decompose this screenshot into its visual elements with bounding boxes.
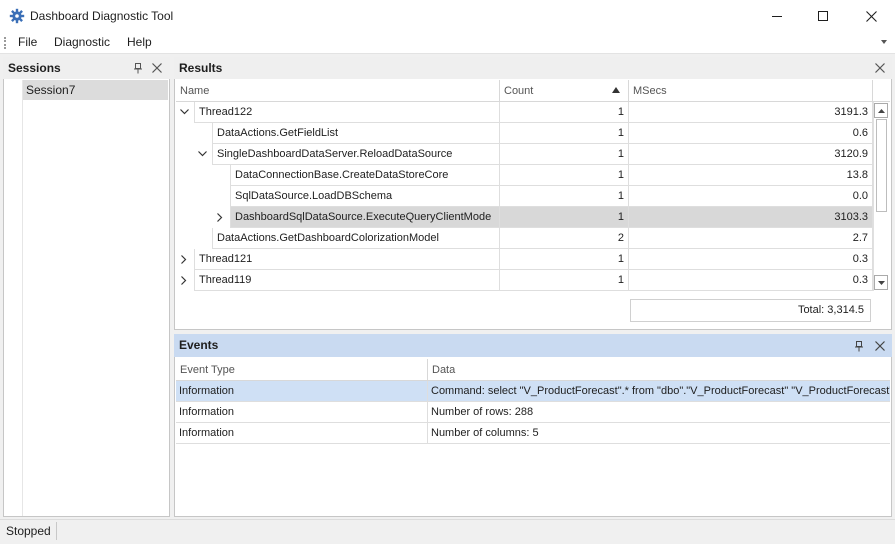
- cell-msecs: 0.6: [629, 123, 873, 144]
- cell-name: DashboardSqlDataSource.ExecuteQueryClien…: [230, 207, 500, 228]
- cell-msecs: 0.3: [629, 249, 873, 270]
- column-header-data[interactable]: Data: [428, 359, 890, 381]
- cell-count: 1: [500, 207, 629, 228]
- sessions-panel: [3, 57, 170, 517]
- cell-event-data: Command: select "V_ProductForecast".* fr…: [428, 381, 890, 402]
- chevron-right-icon[interactable]: [178, 270, 190, 290]
- cell-name: Thread119: [194, 270, 500, 291]
- cell-name: DataActions.GetDashboardColorizationMode…: [212, 228, 500, 249]
- results-panel-title: Results: [179, 61, 223, 75]
- cell-count: 1: [500, 249, 629, 270]
- cell-msecs: 0.0: [629, 186, 873, 207]
- cell-count: 1: [500, 165, 629, 186]
- arrow-up-icon: [877, 108, 885, 113]
- cell-count: 1: [500, 102, 629, 123]
- status-separator: [56, 522, 57, 540]
- sort-ascending-icon: [612, 87, 620, 93]
- minimize-icon: [772, 16, 782, 17]
- cell-name: DataConnectionBase.CreateDataStoreCore: [230, 165, 500, 186]
- sessions-panel-header: Sessions: [3, 57, 170, 79]
- maximize-button[interactable]: [800, 0, 846, 32]
- gear-icon: [9, 8, 25, 24]
- status-bar: [0, 519, 895, 544]
- events-panel-title: Events: [179, 338, 219, 352]
- close-icon[interactable]: [151, 62, 163, 74]
- cell-event-type: Information: [176, 402, 428, 423]
- total-summary: Total: 3,314.5: [630, 299, 871, 322]
- results-panel-header: Results: [174, 57, 892, 79]
- chevron-down-icon[interactable]: [178, 102, 190, 122]
- sessions-panel-title: Sessions: [8, 61, 61, 75]
- chevron-down-icon[interactable]: [196, 144, 208, 164]
- menu-diagnostic[interactable]: Diagnostic: [54, 35, 110, 51]
- maximize-icon: [818, 11, 828, 21]
- pin-icon[interactable]: [853, 340, 865, 352]
- chevron-right-icon[interactable]: [214, 207, 226, 227]
- column-header-name[interactable]: Name: [176, 80, 500, 102]
- column-header-event-type[interactable]: Event Type: [176, 359, 428, 381]
- close-icon[interactable]: [874, 62, 886, 74]
- cell-name: Thread122: [194, 102, 500, 123]
- column-header-msecs[interactable]: MSecs: [629, 80, 873, 102]
- cell-name: SqlDataSource.LoadDBSchema: [230, 186, 500, 207]
- cell-event-data: Number of rows: 288: [428, 402, 890, 423]
- cell-msecs: 3191.3: [629, 102, 873, 123]
- scroll-up-button[interactable]: [874, 103, 888, 118]
- cell-name: SingleDashboardDataServer.ReloadDataSour…: [212, 144, 500, 165]
- scroll-thumb[interactable]: [876, 119, 887, 212]
- cell-count: 2: [500, 228, 629, 249]
- column-header-spacer: [873, 80, 890, 102]
- cell-name: Thread121: [194, 249, 500, 270]
- arrow-down-icon: [877, 280, 885, 285]
- cell-msecs: 3103.3: [629, 207, 873, 228]
- window-title: Dashboard Diagnostic Tool: [30, 9, 174, 23]
- menu-grip[interactable]: [4, 37, 6, 49]
- cell-count: 1: [500, 123, 629, 144]
- cell-count: 1: [500, 186, 629, 207]
- minimize-button[interactable]: [754, 0, 800, 32]
- cell-event-type: Information: [176, 381, 428, 402]
- cell-count: 1: [500, 270, 629, 291]
- events-panel-header: Events: [174, 334, 892, 357]
- cell-event-data: Number of columns: 5: [428, 423, 890, 444]
- menu-help[interactable]: Help: [127, 35, 152, 51]
- status-text: Stopped: [6, 524, 51, 538]
- cell-msecs: 3120.9: [629, 144, 873, 165]
- cell-count: 1: [500, 144, 629, 165]
- chevron-right-icon[interactable]: [178, 249, 190, 269]
- pin-icon[interactable]: [132, 62, 144, 74]
- cell-name: DataActions.GetFieldList: [212, 123, 500, 144]
- cell-msecs: 0.3: [629, 270, 873, 291]
- column-header-count[interactable]: Count: [500, 80, 629, 102]
- close-icon[interactable]: [874, 340, 886, 352]
- scroll-down-button[interactable]: [874, 275, 888, 290]
- session-item[interactable]: Session7: [23, 80, 168, 100]
- cell-event-type: Information: [176, 423, 428, 444]
- menu-overflow-icon[interactable]: [881, 40, 887, 44]
- menu-file[interactable]: File: [18, 35, 37, 51]
- cell-msecs: 2.7: [629, 228, 873, 249]
- cell-msecs: 13.8: [629, 165, 873, 186]
- close-window-button[interactable]: [848, 0, 894, 32]
- close-icon: [865, 10, 877, 22]
- tree-indent-line: [22, 80, 23, 516]
